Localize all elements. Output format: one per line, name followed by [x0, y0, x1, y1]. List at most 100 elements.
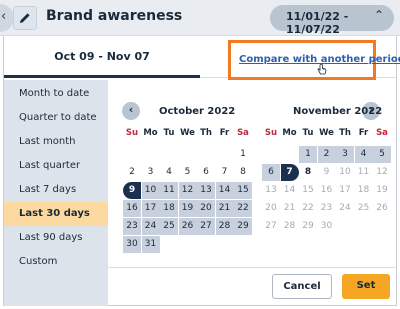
tab-current-period[interactable]: Oct 09 - Nov 07 [4, 36, 200, 78]
calendar-day[interactable]: 14 [281, 182, 299, 199]
preset-item[interactable]: Last month [4, 130, 108, 154]
calendar-day[interactable]: 25 [160, 218, 178, 235]
calendar-day[interactable]: 4 [160, 164, 178, 181]
hand-cursor-icon [317, 64, 327, 75]
weekday-label: Mo [143, 128, 158, 138]
edit-button[interactable] [13, 6, 37, 30]
calendar-day[interactable]: 15 [234, 182, 252, 199]
calendar-day[interactable]: 11 [355, 164, 373, 181]
set-button[interactable]: Set [342, 274, 390, 299]
calendar-day[interactable]: 5 [373, 146, 391, 163]
calendar-day[interactable]: 29 [299, 218, 317, 235]
period-tabs: Oct 09 - Nov 07 Compare with another per… [4, 36, 400, 80]
weekday-label: Tu [163, 128, 175, 138]
calendar-day[interactable]: 16 [123, 200, 141, 217]
calendar-day[interactable]: 7 [216, 164, 234, 181]
calendar-day[interactable]: 10 [141, 182, 160, 199]
calendar-day[interactable]: 19 [178, 200, 197, 217]
calendar-day[interactable]: 23 [123, 218, 141, 235]
calendar-day[interactable]: 19 [373, 182, 391, 199]
calendar-day[interactable]: 18 [160, 200, 178, 217]
calendar-day[interactable]: 22 [234, 200, 252, 217]
weekday-label: Su [264, 128, 278, 138]
calendar-day[interactable]: 2 [317, 146, 336, 163]
preset-item[interactable]: Month to date [4, 82, 108, 106]
calendar-day[interactable]: 17 [141, 200, 160, 217]
footer-divider [108, 267, 396, 268]
calendar-day[interactable]: 9 [123, 182, 141, 199]
cancel-button[interactable]: Cancel [272, 274, 332, 299]
month-title: November 2022 [293, 106, 383, 117]
calendar-day[interactable]: 12 [373, 164, 391, 181]
calendar-day[interactable]: 9 [318, 164, 336, 181]
calendar-day[interactable]: 1 [234, 146, 252, 163]
weekday-label: Sa [237, 128, 249, 138]
calendar-day[interactable]: 28 [281, 218, 299, 235]
date-range-picker-toggle[interactable]: 11/01/22 - 11/07/22 ⌃ [270, 5, 394, 36]
preset-item[interactable]: Last 30 days [4, 202, 108, 226]
preset-item[interactable]: Last 7 days [4, 178, 108, 202]
weekday-label: Tu [302, 128, 314, 138]
calendar-day[interactable]: 13 [262, 182, 280, 199]
calendar-day[interactable]: 2 [123, 164, 141, 181]
tab-active-underline [4, 75, 200, 78]
month-title: October 2022 [159, 106, 236, 117]
calendar-day[interactable]: 27 [262, 218, 280, 235]
set-label: Set [356, 280, 376, 291]
calendar-day[interactable]: 25 [355, 200, 373, 217]
date-picker-panel: Oct 09 - Nov 07 Compare with another per… [3, 36, 400, 306]
calendar-day[interactable]: 24 [141, 218, 160, 235]
calendar-day[interactable]: 3 [142, 164, 160, 181]
calendar-day[interactable]: 31 [141, 236, 160, 253]
calendar-day[interactable]: 21 [281, 200, 299, 217]
calendar-day[interactable]: 6 [262, 164, 280, 181]
calendar-day[interactable]: 14 [215, 182, 234, 199]
calendar-day[interactable]: 30 [318, 218, 336, 235]
pencil-icon [20, 13, 30, 23]
calendar-day[interactable]: 26 [178, 218, 197, 235]
calendar-day[interactable]: 18 [355, 182, 373, 199]
prev-month-button[interactable]: ‹ [122, 102, 140, 120]
calendar-day[interactable]: 29 [234, 218, 252, 235]
calendar-day[interactable]: 7 [280, 164, 299, 181]
chevron-left-icon: ‹ [1, 9, 7, 24]
preset-item[interactable]: Quarter to date [4, 106, 108, 130]
calendar-day[interactable]: 10 [336, 164, 354, 181]
calendar-day[interactable]: 26 [373, 200, 391, 217]
calendar-day[interactable]: 6 [197, 164, 215, 181]
calendar-day[interactable]: 28 [215, 218, 234, 235]
calendar-day[interactable]: 20 [262, 200, 280, 217]
calendar-day[interactable]: 15 [299, 182, 317, 199]
calendar-day[interactable]: 17 [336, 182, 354, 199]
preset-item[interactable]: Custom [4, 250, 108, 274]
chevron-up-icon: ⌃ [374, 8, 385, 22]
calendar-day[interactable]: 16 [318, 182, 336, 199]
header-bar: ‹ Brand awareness 11/01/22 - 11/07/22 ⌃ [0, 0, 400, 36]
weekday-label: Th [200, 128, 212, 138]
weekday-label: Sa [376, 128, 388, 138]
calendar-day[interactable]: 5 [179, 164, 197, 181]
calendar-day[interactable]: 21 [215, 200, 234, 217]
calendar-day[interactable]: 13 [197, 182, 215, 199]
calendar-day[interactable]: 4 [354, 146, 373, 163]
calendar-day[interactable]: 27 [197, 218, 215, 235]
calendar-day[interactable]: 12 [178, 182, 197, 199]
calendar-day[interactable]: 30 [123, 236, 141, 253]
back-button[interactable]: ‹ [0, 4, 14, 32]
cancel-label: Cancel [283, 281, 321, 292]
calendar-day[interactable]: 23 [318, 200, 336, 217]
calendar-day[interactable]: 3 [336, 146, 354, 163]
calendar-day[interactable]: 11 [160, 182, 178, 199]
calendar-day[interactable]: 8 [299, 164, 317, 181]
calendar-day[interactable]: 8 [234, 164, 252, 181]
calendar-day[interactable]: 20 [197, 200, 215, 217]
weekday-label: Mo [282, 128, 297, 138]
calendar-day[interactable]: 1 [299, 146, 317, 163]
preset-item[interactable]: Last 90 days [4, 226, 108, 250]
tab-compare-period[interactable]: Compare with another period [228, 40, 400, 80]
tab-current-label: Oct 09 - Nov 07 [54, 50, 150, 63]
weekday-label: Th [339, 128, 351, 138]
calendar-day[interactable]: 24 [336, 200, 354, 217]
calendar-day[interactable]: 22 [299, 200, 317, 217]
preset-item[interactable]: Last quarter [4, 154, 108, 178]
